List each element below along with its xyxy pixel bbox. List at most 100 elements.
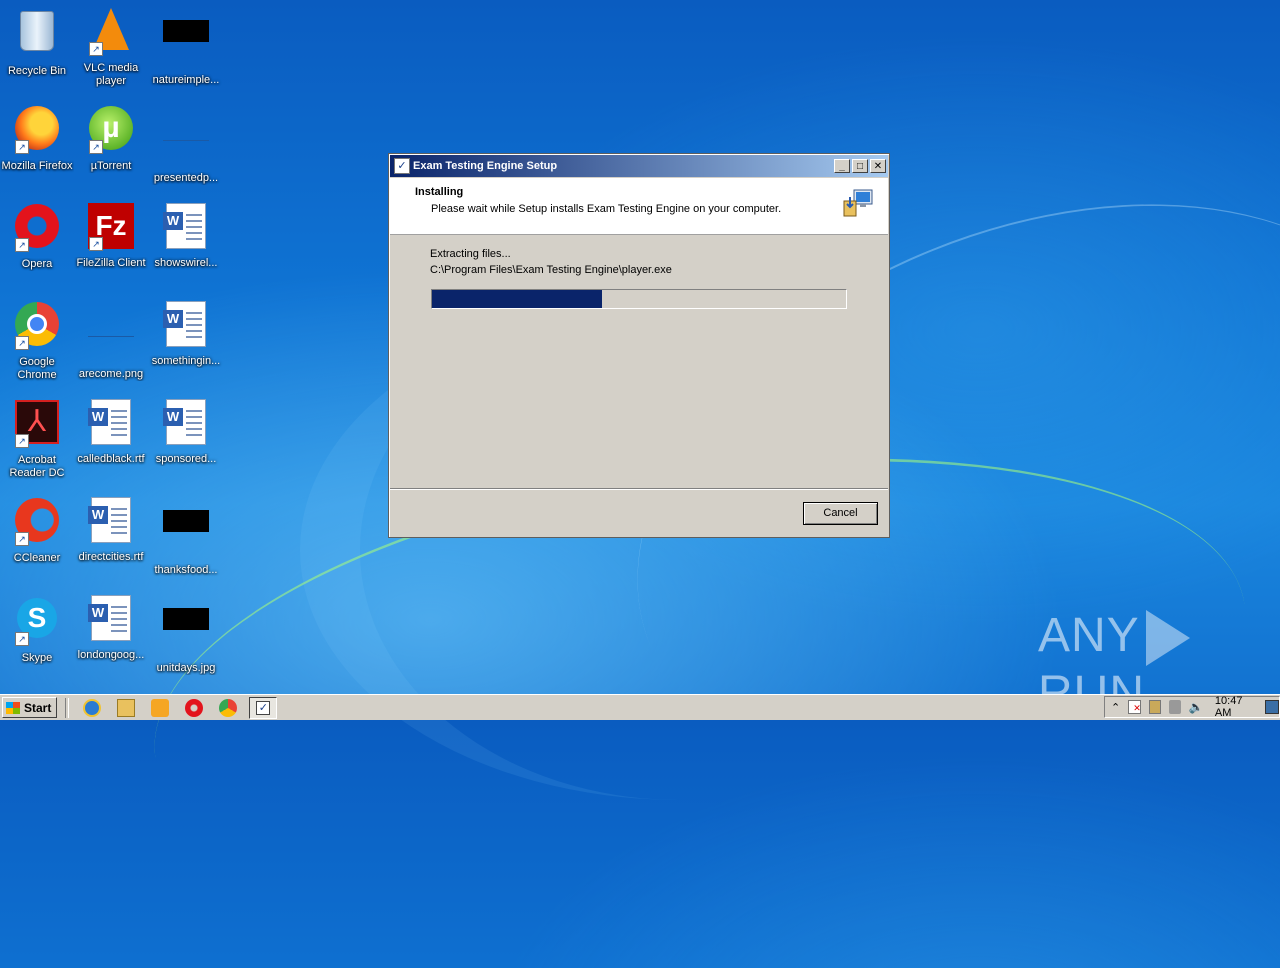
desktop-icon-label: FileZilla Client [76,257,146,269]
desktop-icon-label: CCleaner [13,552,61,564]
desktop-icon-arecome[interactable]: arecome.png [74,300,148,381]
show-hidden-icons-icon[interactable]: ⌃ [1111,701,1120,714]
opera-icon[interactable] [185,698,204,717]
dialog-title: Exam Testing Engine Setup [413,160,558,172]
windows-logo-icon [6,701,20,714]
desktop-icon-londongoog[interactable]: londongoog... [74,594,148,662]
recycle-bin-icon [13,11,61,59]
play-logo-icon [1145,610,1190,667]
desktop-icon-label: showswirel... [154,257,218,269]
dialog-separator [390,488,888,490]
desktop-icon-acrobat[interactable]: ⅄ ↗ Acrobat Reader DC [0,398,74,480]
action-center-icon[interactable] [1128,700,1141,714]
file-thumbnail-icon [162,20,210,68]
system-tray: ⌃ 🔈 10:47 AM [1104,695,1280,719]
desktop-icon-thanksfood[interactable]: thanksfood... [149,496,223,577]
network-icon[interactable] [1168,700,1181,714]
checkbox-app-icon: ✓ [394,158,410,174]
desktop-icon-label: Mozilla Firefox [1,160,73,172]
desktop-icon-label: Google Chrome [17,356,57,381]
ccleaner-icon: ↗ [13,498,61,546]
image-file-icon [87,314,135,362]
desktop-icon-somethingin[interactable]: somethingin... [149,300,223,368]
start-label: Start [24,700,52,715]
media-player-icon[interactable] [151,698,170,717]
explorer-icon[interactable] [117,698,136,717]
start-button[interactable]: Start [2,697,58,718]
file-thumbnail-icon [162,510,210,558]
desktop-icon-label: unitdays.jpg [156,662,216,674]
security-icon[interactable] [1148,700,1161,714]
desktop-icon-firefox[interactable]: ↗ Mozilla Firefox [0,104,74,173]
desktop-icon-label: µTorrent [90,160,132,172]
desktop-icon-label: directcities.rtf [78,551,144,563]
desktop-icon-utorrent[interactable]: µ ↗ µTorrent [74,104,148,173]
desktop-icon-label: calledblack.rtf [77,453,145,465]
desktop-icon-label: Acrobat Reader DC [9,454,65,479]
word-document-icon [162,203,210,251]
chrome-icon[interactable] [219,698,238,717]
taskbar: Start ✓ ⌃ 🔈 10:47 AM [0,694,1280,720]
checkbox-app-icon: ✓ [256,700,271,715]
desktop-icon-recycle-bin[interactable]: Recycle Bin [0,6,74,78]
desktop-icon-directcities[interactable]: directcities.rtf [74,496,148,564]
filezilla-icon: Fz ↗ [87,203,135,251]
desktop-icon-label: londongoog... [77,649,145,661]
acrobat-icon: ⅄ ↗ [13,400,61,448]
volume-icon[interactable]: 🔈 [1189,700,1204,714]
word-document-icon [162,399,210,447]
dialog-titlebar[interactable]: ✓ Exam Testing Engine Setup _ □ ✕ [390,155,888,177]
installing-subheading: Please wait while Setup installs Exam Te… [431,203,782,215]
watermark-left-text: ANY [1038,609,1140,662]
show-desktop-icon[interactable] [1264,700,1279,714]
desktop-icon-unitdays[interactable]: unitdays.jpg [149,594,223,675]
taskbar-separator [65,697,70,718]
internet-explorer-icon[interactable] [83,698,102,717]
desktop-icon-skype[interactable]: S ↗ Skype [0,594,74,665]
status-text: Extracting files... [430,248,511,260]
installer-computer-icon [843,189,873,217]
desktop-icon-label: sponsored... [155,453,217,465]
desktop-icon-label: Opera [21,258,53,270]
desktop-icon-chrome[interactable]: ↗ Google Chrome [0,300,74,382]
desktop-icon-natureimple[interactable]: natureimple... [149,6,223,87]
skype-icon: S ↗ [13,598,61,646]
minimize-button[interactable]: _ [834,159,850,173]
word-document-icon [87,595,135,643]
desktop-icon-filezilla[interactable]: Fz ↗ FileZilla Client [74,202,148,270]
desktop-icon-label: arecome.png [78,368,144,380]
word-document-icon [87,399,135,447]
desktop-icon-vlc[interactable]: ↗ VLC media player [74,6,148,88]
installing-heading: Installing [415,186,464,198]
firefox-icon: ↗ [13,106,61,154]
maximize-button[interactable]: □ [852,159,868,173]
close-button[interactable]: ✕ [870,159,886,173]
desktop-icon-label: VLC media player [83,62,139,87]
current-file-text: C:\Program Files\Exam Testing Engine\pla… [430,264,672,276]
desktop-icon-opera[interactable]: ↗ Opera [0,202,74,271]
install-progress-bar [431,289,847,309]
progress-fill [432,290,602,308]
utorrent-icon: µ ↗ [87,106,135,154]
desktop-icon-label: presentedp... [153,172,219,184]
opera-icon: ↗ [13,204,61,252]
word-document-icon [87,497,135,545]
desktop-icon-sponsored[interactable]: sponsored... [149,398,223,466]
desktop-icon-label: thanksfood... [154,564,218,576]
vlc-icon: ↗ [87,8,135,56]
taskbar-setup-window-button[interactable]: ✓ [249,696,278,719]
desktop-icon-label: Recycle Bin [7,65,67,77]
desktop-icon-presentedp[interactable]: presentedp... [149,104,223,185]
desktop-icon-label: somethingin... [151,355,221,367]
desktop-icon-calledblack[interactable]: calledblack.rtf [74,398,148,466]
chrome-icon: ↗ [13,302,61,350]
cancel-button[interactable]: Cancel [803,502,878,525]
dialog-header: Installing Please wait while Setup insta… [390,178,888,235]
image-file-icon [162,608,210,656]
desktop-icon-label: Skype [21,652,53,664]
desktop-icon-ccleaner[interactable]: ↗ CCleaner [0,496,74,565]
clock[interactable]: 10:47 AM [1215,695,1255,719]
desktop-icon-showswirel[interactable]: showswirel... [149,202,223,270]
desktop-icon-label: natureimple... [152,74,220,86]
file-thumbnail-icon [162,118,210,166]
